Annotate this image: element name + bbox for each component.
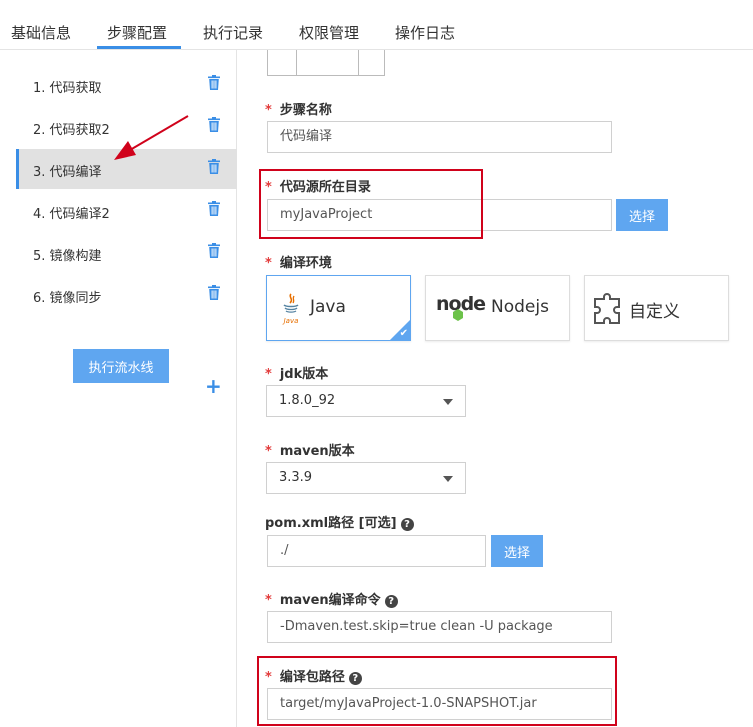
step-config-form: * 步骤名称 代码编译 * 代码源所在目录 myJavaProject 选择 * 编译…	[237, 50, 753, 727]
help-icon[interactable]: ?	[400, 518, 414, 531]
pom-path-label-text: pom.xml路径 [可选]	[265, 516, 397, 531]
maven-command-input[interactable]: -Dmaven.test.skip=true clean -U package	[267, 611, 612, 643]
step-item-4[interactable]: 4. 代码编译2	[16, 191, 237, 231]
env-option-label: 自定义	[629, 302, 680, 322]
tab-basic-info[interactable]: 基础信息	[11, 22, 71, 43]
java-logo-text: Java	[282, 317, 299, 325]
trash-icon[interactable]	[208, 201, 220, 216]
maven-version-value: 3.3.9	[279, 470, 313, 485]
required-mark: *	[265, 670, 272, 685]
tab-execution-records[interactable]: 执行记录	[203, 22, 263, 43]
truncated-control	[267, 50, 385, 76]
artifact-path-label: * 编译包路径?	[265, 666, 362, 685]
trash-icon[interactable]	[208, 243, 220, 258]
build-env-label: * 编译环境	[265, 252, 332, 271]
env-option-java[interactable]: Java Java ✔	[266, 275, 411, 341]
maven-version-select[interactable]: 3.3.9	[266, 462, 466, 494]
build-env-label-text: 编译环境	[279, 256, 332, 271]
source-dir-label-text: 代码源所在目录	[279, 180, 371, 195]
help-icon[interactable]: ?	[384, 595, 398, 608]
chevron-down-icon	[443, 399, 453, 405]
artifact-path-input[interactable]: target/myJavaProject-1.0-SNAPSHOT.jar	[267, 688, 612, 720]
artifact-path-label-text: 编译包路径	[279, 670, 345, 685]
chevron-down-icon	[443, 476, 453, 482]
tab-step-config[interactable]: 步骤配置	[107, 22, 167, 43]
step-item-3[interactable]: 3. 代码编译	[16, 149, 237, 189]
step-item-1[interactable]: 1. 代码获取	[16, 65, 237, 105]
source-dir-select-button[interactable]: 选择	[616, 199, 669, 231]
env-option-label: Java	[310, 297, 346, 317]
source-dir-input[interactable]: myJavaProject	[267, 199, 612, 231]
source-dir-label: * 代码源所在目录	[265, 176, 371, 195]
step-label: 1. 代码获取	[33, 81, 102, 96]
env-option-label: Nodejs	[491, 297, 549, 317]
active-tab-indicator	[97, 46, 181, 49]
puzzle-icon	[594, 293, 620, 324]
required-mark: *	[265, 103, 272, 118]
help-icon[interactable]: ?	[348, 672, 362, 685]
step-name-input[interactable]: 代码编译	[267, 121, 612, 153]
check-icon: ✔	[399, 328, 408, 339]
tab-permissions[interactable]: 权限管理	[299, 22, 359, 43]
tab-bar: 基础信息 步骤配置 执行记录 权限管理 操作日志	[0, 0, 753, 50]
env-option-nodejs[interactable]: node Nodejs	[425, 275, 570, 341]
required-mark: *	[265, 256, 272, 271]
jdk-version-select[interactable]: 1.8.0_92	[266, 385, 466, 417]
tab-operation-log[interactable]: 操作日志	[395, 22, 455, 43]
pom-path-input[interactable]: ./	[267, 535, 486, 567]
maven-version-label-text: maven版本	[279, 444, 355, 459]
step-sidebar: 1. 代码获取 2. 代码获取2 3. 代码编译 4. 代码编译2 5. 镜像构…	[0, 50, 237, 727]
maven-command-label: * maven编译命令?	[265, 589, 398, 608]
trash-icon[interactable]	[208, 159, 220, 174]
required-mark: *	[265, 593, 272, 608]
pom-path-label: pom.xml路径 [可选]?	[265, 512, 414, 531]
trash-icon[interactable]	[208, 75, 220, 90]
required-mark: *	[265, 444, 272, 459]
required-mark: *	[265, 367, 272, 382]
nodejs-hex-icon	[453, 309, 463, 321]
step-label: 2. 代码获取2	[33, 123, 110, 138]
trash-icon[interactable]	[208, 117, 220, 132]
required-mark: *	[265, 180, 272, 195]
jdk-version-label: * jdk版本	[265, 363, 328, 382]
jdk-version-value: 1.8.0_92	[279, 393, 336, 408]
pom-path-select-button[interactable]: 选择	[491, 535, 544, 567]
run-pipeline-button[interactable]: 执行流水线	[73, 349, 169, 383]
jdk-version-label-text: jdk版本	[279, 367, 329, 382]
step-label: 4. 代码编译2	[33, 207, 110, 222]
java-logo-icon: Java	[282, 293, 299, 325]
step-name-label-text: 步骤名称	[279, 103, 332, 118]
step-item-2[interactable]: 2. 代码获取2	[16, 107, 237, 147]
step-item-6[interactable]: 6. 镜像同步	[16, 275, 237, 315]
step-item-5[interactable]: 5. 镜像构建	[16, 233, 237, 273]
add-step-button[interactable]: +	[205, 376, 222, 396]
step-label: 3. 代码编译	[33, 165, 102, 180]
maven-version-label: * maven版本	[265, 440, 355, 459]
maven-command-label-text: maven编译命令	[279, 593, 381, 608]
step-label: 5. 镜像构建	[33, 249, 102, 264]
trash-icon[interactable]	[208, 285, 220, 300]
step-name-label: * 步骤名称	[265, 99, 332, 118]
step-label: 6. 镜像同步	[33, 291, 102, 306]
env-option-custom[interactable]: 自定义	[584, 275, 729, 341]
